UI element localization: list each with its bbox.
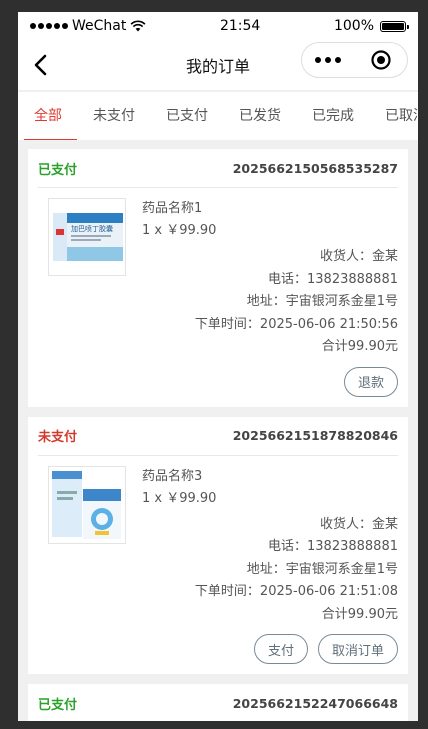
order-time: 下单时间：2025-06-06 21:51:08 bbox=[194, 584, 398, 599]
item-qty-price: 1 x ￥99.90 bbox=[142, 490, 217, 506]
chevron-left-icon bbox=[34, 54, 47, 76]
tab-unpaid[interactable]: 未支付 bbox=[77, 92, 150, 140]
address: 地址：宇宙银河系金星1号 bbox=[246, 561, 398, 577]
signal-icon bbox=[30, 23, 68, 29]
close-miniprogram-icon[interactable] bbox=[355, 49, 408, 71]
order-number: 2025662151878820846 bbox=[232, 428, 398, 443]
order-time: 下单时间：2025-06-06 21:50:56 bbox=[194, 316, 398, 332]
page-title: 我的订单 bbox=[185, 57, 250, 76]
miniprogram-capsule bbox=[301, 42, 408, 78]
order-total: 合计99.90元 bbox=[321, 606, 398, 622]
order-total: 合计99.90元 bbox=[321, 339, 398, 354]
cancel-order-button[interactable]: 取消订单 bbox=[317, 634, 398, 664]
battery-icon bbox=[380, 20, 409, 32]
tab-cancelled[interactable]: 已取消 bbox=[369, 92, 418, 140]
clock: 21:54 bbox=[219, 18, 261, 34]
product-image bbox=[48, 465, 126, 544]
nav-bar: 我的订单 bbox=[18, 40, 418, 90]
phone-screen: WeChat 21:54 100% 我的订单 全部 未支付 已支付 已发货 已完… bbox=[18, 12, 418, 721]
item-name: 药品名称3 bbox=[142, 468, 203, 484]
order-list: 已支付 2025662150568535287 加巴喷丁胶囊 药品名称1 1 x… bbox=[18, 149, 418, 721]
order-card[interactable]: 已支付 2025662152247066648 bbox=[28, 684, 408, 721]
back-button[interactable] bbox=[28, 52, 52, 78]
product-box-text: 加巴喷丁胶囊 bbox=[71, 224, 113, 233]
tab-shipped[interactable]: 已发货 bbox=[223, 92, 296, 140]
more-icon[interactable] bbox=[302, 57, 355, 63]
order-status-tabs: 全部 未支付 已支付 已发货 已完成 已取消 bbox=[18, 92, 418, 140]
order-card[interactable]: 未支付 2025662151878820846 药品名称3 1 x ￥99.90… bbox=[28, 416, 408, 674]
tab-all[interactable]: 全部 bbox=[18, 92, 77, 140]
carrier-label: WeChat bbox=[72, 18, 127, 34]
order-status: 已支付 bbox=[38, 162, 78, 178]
order-card[interactable]: 已支付 2025662150568535287 加巴喷丁胶囊 药品名称1 1 x… bbox=[28, 149, 408, 407]
order-status: 已支付 bbox=[38, 697, 78, 713]
order-number: 2025662150568535287 bbox=[232, 160, 398, 176]
tab-paid[interactable]: 已支付 bbox=[150, 92, 223, 140]
pay-button[interactable]: 支付 bbox=[253, 634, 308, 664]
tab-completed[interactable]: 已完成 bbox=[296, 92, 369, 140]
address: 地址：宇宙银河系金星1号 bbox=[246, 294, 398, 309]
order-number: 2025662152247066648 bbox=[232, 695, 398, 711]
item-name: 药品名称1 bbox=[142, 201, 203, 216]
refund-button[interactable]: 退款 bbox=[343, 366, 398, 397]
product-image: 加巴喷丁胶囊 bbox=[48, 198, 126, 276]
status-bar: WeChat 21:54 100% bbox=[18, 12, 418, 40]
wifi-icon bbox=[130, 20, 146, 32]
order-status: 未支付 bbox=[38, 430, 78, 445]
battery-percent: 100% bbox=[333, 18, 374, 34]
signal-carrier: WeChat bbox=[30, 18, 146, 34]
item-qty-price: 1 x ￥99.90 bbox=[142, 223, 217, 238]
